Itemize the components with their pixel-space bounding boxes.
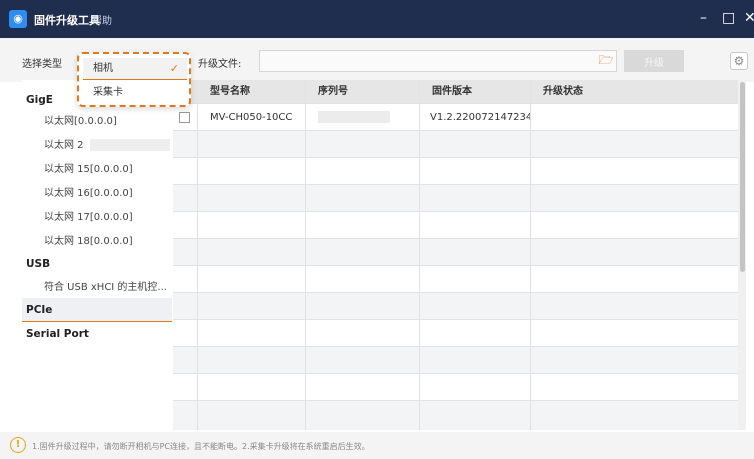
- empty-row: [173, 158, 738, 185]
- device-tree: GigE 以太网[0.0.0.0] 以太网 2 以太网 15[0.0.0.0] …: [22, 80, 172, 430]
- scrollbar-thumb[interactable]: [740, 82, 745, 272]
- tree-item-ethernet-16[interactable]: 以太网 16[0.0.0.0]: [22, 182, 172, 206]
- cell-serial: [306, 104, 420, 130]
- upgrade-button[interactable]: 升级: [624, 50, 684, 72]
- upgrade-file-label: 升级文件:: [198, 59, 242, 70]
- empty-row: [173, 185, 738, 212]
- column-model[interactable]: 型号名称: [198, 80, 306, 103]
- table-header: 型号名称 序列号 固件版本 升级状态: [173, 80, 738, 104]
- folder-open-icon[interactable]: 🗁: [598, 53, 614, 67]
- tree-item-ethernet-17[interactable]: 以太网 17[0.0.0.0]: [22, 206, 172, 230]
- empty-row: [173, 131, 738, 158]
- app-title: 固件升级工具: [34, 14, 100, 27]
- row-checkbox[interactable]: [179, 112, 190, 123]
- tree-item-label: 以太网 2: [44, 140, 84, 151]
- maximize-button[interactable]: □: [722, 10, 735, 26]
- redacted-block: [318, 111, 390, 123]
- type-select-label: 选择类型: [22, 59, 62, 70]
- empty-row: [173, 374, 738, 401]
- tree-category-pcie[interactable]: PCIe: [22, 298, 172, 322]
- tree-item-ethernet-15[interactable]: 以太网 15[0.0.0.0]: [22, 158, 172, 182]
- tree-item-usb-xhci[interactable]: 符合 USB xHCI 的主机控...: [22, 276, 172, 300]
- empty-row: [173, 401, 738, 430]
- empty-row: [173, 212, 738, 239]
- footer-notice: 1.固件升级过程中，请勿断开相机与PC连接，且不能断电。2.采集卡升级将在系统重…: [32, 442, 370, 451]
- dropdown-option-frame-grabber[interactable]: 采集卡: [83, 82, 187, 104]
- upgrade-file-input[interactable]: [259, 50, 617, 72]
- row-select-cell: [173, 104, 198, 130]
- redacted-block: [89, 139, 170, 151]
- tree-item-ethernet-18[interactable]: 以太网 18[0.0.0.0]: [22, 230, 172, 254]
- dropdown-option-camera[interactable]: 相机 ✓: [83, 58, 187, 80]
- exclamation-circle-icon: !: [10, 437, 26, 453]
- table-row[interactable]: MV-CH050-10CC V1.2.2200721472347: [173, 104, 738, 131]
- cell-firmware: V1.2.2200721472347: [420, 104, 531, 130]
- title-bar: ◉ 固件升级工具 帮助 – □ ✕: [0, 0, 754, 38]
- empty-row: [173, 320, 738, 347]
- column-serial[interactable]: 序列号: [306, 80, 420, 103]
- tree-category-serial-port[interactable]: Serial Port: [22, 322, 172, 346]
- empty-row: [173, 347, 738, 374]
- column-status[interactable]: 升级状态: [531, 80, 738, 103]
- checkmark-icon: ✓: [169, 62, 179, 75]
- dropdown-option-label: 相机: [93, 63, 113, 74]
- camera-app-logo-icon: ◉: [9, 10, 27, 28]
- empty-row: [173, 266, 738, 293]
- type-dropdown-menu: 相机 ✓ 采集卡: [77, 52, 191, 107]
- tree-item-ethernet-2[interactable]: 以太网 2: [22, 134, 172, 158]
- column-firmware[interactable]: 固件版本: [420, 80, 531, 103]
- gear-icon[interactable]: ⚙: [730, 52, 748, 70]
- device-table: 型号名称 序列号 固件版本 升级状态 MV-CH050-10CC V1.2.22…: [173, 80, 738, 430]
- menu-help[interactable]: 帮助: [92, 12, 112, 27]
- minimize-button[interactable]: –: [700, 10, 707, 26]
- empty-row: [173, 239, 738, 266]
- tree-item-ethernet[interactable]: 以太网[0.0.0.0]: [22, 110, 172, 134]
- empty-row: [173, 293, 738, 320]
- close-button[interactable]: ✕: [744, 10, 754, 26]
- cell-model: MV-CH050-10CC: [198, 104, 306, 130]
- cell-status: [531, 104, 738, 130]
- tree-category-usb[interactable]: USB: [22, 252, 172, 276]
